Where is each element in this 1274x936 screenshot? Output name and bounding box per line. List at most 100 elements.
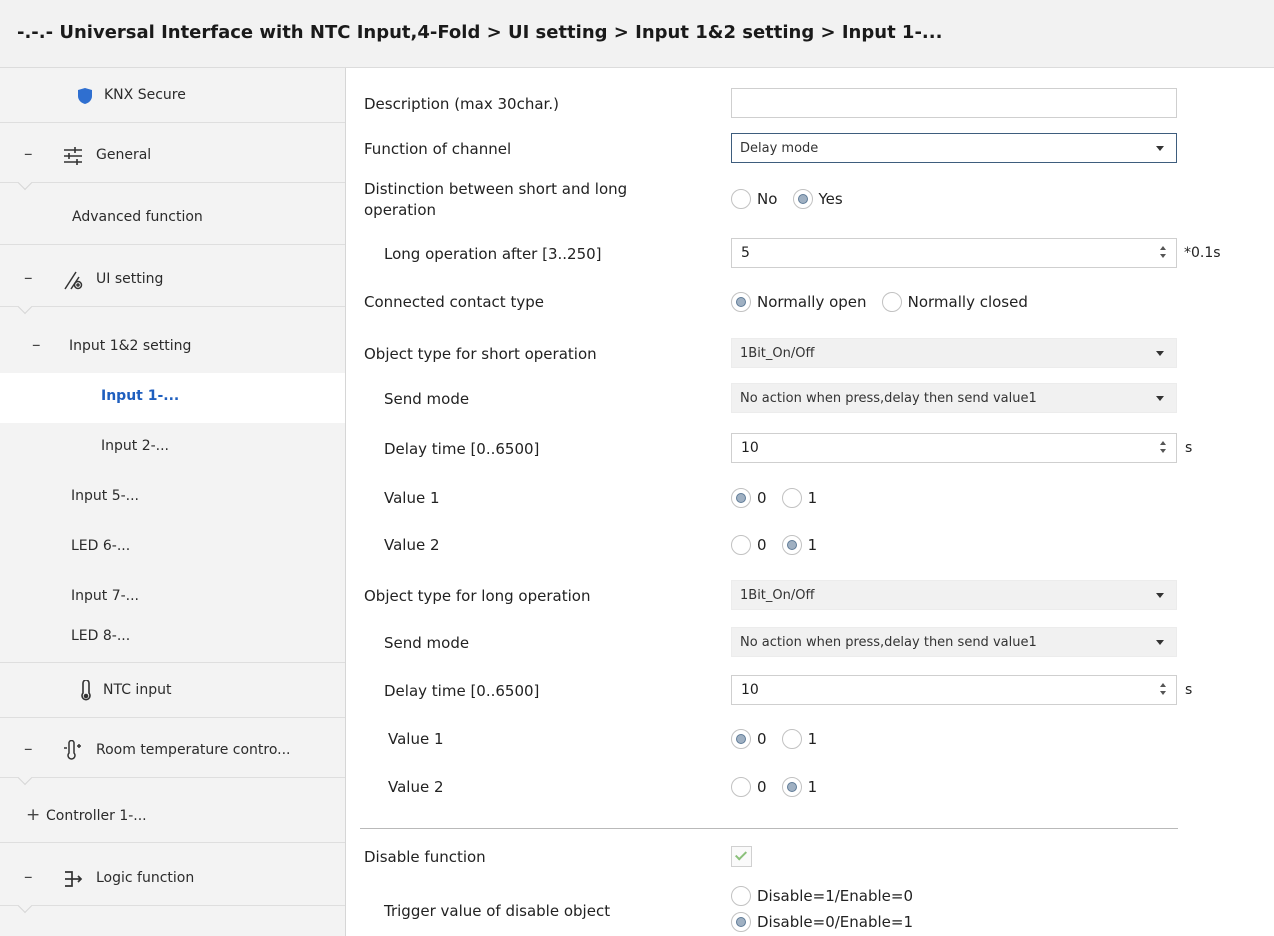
- sidebar-item-room-temperature[interactable]: – Room temperature contro...: [0, 723, 345, 786]
- chevron-down-icon: [1156, 640, 1164, 645]
- param-short-object-type: Object type for short operation 1Bit_On/…: [347, 335, 1274, 375]
- collapse-icon[interactable]: –: [24, 144, 33, 164]
- chevron-down-icon: [1156, 351, 1164, 356]
- sidebar-item-knx-secure[interactable]: KNX Secure: [0, 68, 345, 123]
- select-box[interactable]: Delay mode: [731, 133, 1177, 163]
- radio-disable-0-enable-1[interactable]: Disable=0/Enable=1: [731, 912, 913, 934]
- sidebar-item-label: Logic function: [96, 870, 195, 886]
- long-send-mode-select[interactable]: No action when press,delay then send val…: [731, 627, 1177, 657]
- sidebar-item-led-6[interactable]: LED 6-...: [0, 523, 345, 573]
- disable-function-checkbox[interactable]: [731, 846, 752, 867]
- param-label: Value 2: [384, 536, 440, 554]
- radio-label: 0: [757, 778, 767, 796]
- radio-selected-icon: [731, 912, 751, 932]
- radio-1[interactable]: 1: [781, 729, 817, 751]
- param-trigger-value: Trigger value of disable object Disable=…: [347, 886, 1274, 936]
- sidebar-item-general[interactable]: – General: [0, 128, 345, 191]
- ui-setting-icon: [64, 271, 83, 290]
- spinner-icon[interactable]: [1160, 246, 1168, 260]
- input-value: 5: [741, 245, 750, 261]
- logic-icon: [65, 871, 83, 887]
- unit-label: s: [1185, 440, 1193, 456]
- collapse-icon[interactable]: –: [24, 268, 33, 288]
- expand-icon[interactable]: +: [26, 805, 40, 825]
- sidebar-item-ntc-input[interactable]: NTC input: [0, 663, 345, 718]
- sidebar-item-input-1[interactable]: Input 1-...: [0, 373, 345, 423]
- select-box[interactable]: No action when press,delay then send val…: [731, 627, 1177, 657]
- thermometer-icon: [81, 680, 91, 701]
- param-function-of-channel: Function of channel Delay mode: [347, 130, 1274, 170]
- radio-label: No: [757, 190, 778, 208]
- param-label: Delay time [0..6500]: [384, 440, 540, 458]
- radio-label: Disable=0/Enable=1: [757, 913, 914, 931]
- collapse-icon[interactable]: –: [24, 867, 33, 887]
- sidebar-item-input-7[interactable]: Input 7-...: [0, 573, 345, 623]
- radio-yes[interactable]: Yes: [792, 189, 843, 211]
- thermostat-icon: [64, 740, 81, 760]
- radio-1[interactable]: 1: [781, 777, 818, 799]
- sidebar: KNX Secure – General Advanced function –…: [0, 68, 346, 936]
- sidebar-item-input-2[interactable]: Input 2-...: [0, 423, 345, 473]
- sidebar-item-controller-1[interactable]: + Controller 1-...: [0, 791, 345, 843]
- radio-no[interactable]: No: [731, 189, 777, 211]
- radio-1[interactable]: 1: [781, 488, 818, 510]
- radio-0[interactable]: 0: [731, 488, 767, 510]
- param-disable-function: Disable function: [347, 838, 1274, 878]
- sidebar-item-input-5[interactable]: Input 5-...: [0, 473, 345, 523]
- short-delay-time-field[interactable]: 10 s: [731, 433, 1192, 463]
- select-box[interactable]: 1Bit_On/Off: [731, 338, 1177, 368]
- radio-label: 1: [807, 536, 818, 554]
- sidebar-item-label: KNX Secure: [104, 87, 186, 103]
- radio-normally-closed[interactable]: Normally closed: [881, 292, 1028, 314]
- long-delay-time-input[interactable]: 10: [731, 675, 1177, 705]
- radio-icon: [781, 488, 802, 508]
- function-of-channel-select[interactable]: Delay mode: [731, 133, 1177, 163]
- short-send-mode-select[interactable]: No action when press,delay then send val…: [731, 383, 1177, 413]
- radio-0[interactable]: 0: [731, 777, 767, 799]
- radio-0[interactable]: 0: [731, 535, 767, 557]
- select-box[interactable]: No action when press,delay then send val…: [731, 383, 1177, 413]
- radio-label: 0: [757, 730, 767, 748]
- sidebar-item-led-8[interactable]: LED 8-...: [0, 623, 345, 663]
- radio-label: Yes: [818, 190, 843, 208]
- param-label-line1: Distinction between short and long: [364, 180, 628, 198]
- shield-icon: [78, 88, 92, 104]
- description-input[interactable]: [731, 88, 1177, 118]
- long-object-type-select[interactable]: 1Bit_On/Off: [731, 580, 1177, 610]
- sidebar-item-ui-setting[interactable]: – UI setting: [0, 252, 345, 315]
- long-operation-after-field[interactable]: 5 *0.1s: [731, 238, 1221, 268]
- long-delay-time-field[interactable]: 10 s: [731, 675, 1192, 705]
- radio-label: 1: [807, 778, 818, 796]
- select-value: No action when press,delay then send val…: [740, 391, 1037, 406]
- radio-disable-1-enable-0[interactable]: Disable=1/Enable=0: [731, 886, 913, 908]
- long-operation-after-input[interactable]: 5: [731, 238, 1177, 268]
- description-field[interactable]: [731, 88, 1177, 118]
- sidebar-item-advanced-function[interactable]: Advanced function: [0, 190, 345, 245]
- param-distinction: Distinction between short and long opera…: [347, 178, 1274, 228]
- radio-1[interactable]: 1: [781, 535, 818, 557]
- short-delay-time-input[interactable]: 10: [731, 433, 1177, 463]
- radio-0[interactable]: 0: [731, 729, 767, 751]
- param-short-send-mode: Send mode No action when press,delay the…: [347, 380, 1274, 420]
- param-short-value-2: Value 2 0 1: [347, 526, 1274, 566]
- sidebar-item-label: Input 5-...: [71, 488, 140, 504]
- select-value: 1Bit_On/Off: [740, 588, 815, 603]
- sidebar-item-input-1-2-setting[interactable]: – Input 1&2 setting: [0, 323, 345, 373]
- select-box[interactable]: 1Bit_On/Off: [731, 580, 1177, 610]
- param-label: Object type for long operation: [364, 587, 591, 605]
- sidebar-item-label: Input 1-...: [101, 388, 180, 404]
- sidebar-item-logic-function[interactable]: – Logic function: [0, 851, 345, 914]
- collapse-icon[interactable]: –: [24, 739, 33, 759]
- contact-type-radio-group: Normally open Normally closed: [731, 292, 1038, 314]
- radio-label: 1: [807, 489, 818, 507]
- param-label: Trigger value of disable object: [384, 902, 611, 920]
- spinner-icon[interactable]: [1160, 441, 1168, 455]
- radio-icon: [781, 729, 802, 749]
- short-object-type-select[interactable]: 1Bit_On/Off: [731, 338, 1177, 368]
- spinner-icon[interactable]: [1160, 683, 1168, 697]
- radio-label: Disable=1/Enable=0: [757, 887, 914, 905]
- sidebar-item-label: General: [96, 147, 152, 163]
- chevron-down-icon: [1156, 146, 1164, 151]
- collapse-icon[interactable]: –: [32, 335, 41, 355]
- radio-normally-open[interactable]: Normally open: [731, 292, 867, 314]
